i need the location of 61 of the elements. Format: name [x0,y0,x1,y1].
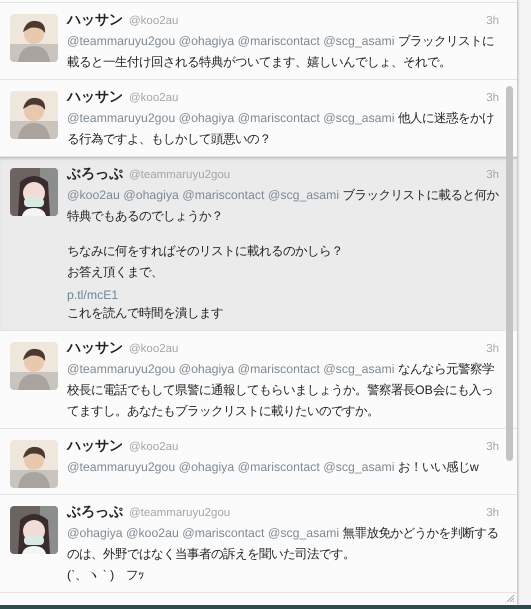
timestamp: 3h [486,92,499,104]
mention-link[interactable]: @scg_asami [323,34,394,48]
user-name[interactable]: ハッサン [67,339,123,357]
tweet-text: @teammaruyu2gou @ohagiya @mariscontact @scg_asami お！いい感じw [67,459,480,476]
timestamp: 3h [486,441,499,453]
user-name[interactable]: ハッサン [67,11,123,29]
tweet-text: @ohagiya @koo2au @mariscontact @scg_asami 無罪放免かどうかを判断するのは、外野ではなく当事者の訴えを聞いた司法です。 [67,525,499,563]
mention-link[interactable]: @mariscontact [182,188,264,202]
mention-link[interactable]: @ohagiya [123,188,179,202]
tweet[interactable]: ぶろっぷ @teammaruyu2gou 3h @ohagiya @koo2au @mariscontact @scg_asami 無罪放免かどうかを判断するのは、外野ではなく当事者の訴えを聞いた司法です。 (ˋ、ヽ ˋ ) フｯ [0,495,517,593]
mention-link[interactable]: @ohagiya [178,111,234,125]
tweet-text: @teammaruyu2gou @ohagiya @mariscontact @scg_asami ブラックリストに載ると一生付け回される特典がついてます、嬉しいんでしょ、それで。 [67,33,495,71]
mention-link[interactable]: @ohagiya [178,362,234,376]
mention-link[interactable]: @koo2au [126,526,179,540]
mention-link[interactable]: @mariscontact [238,34,320,48]
tweet-text: これを読んで時間を潰します [67,305,224,322]
user-name[interactable]: ハッサン [67,88,123,106]
mention-link[interactable]: @mariscontact [182,526,264,540]
tweet[interactable]: ハッサン @koo2au 3h @teammaruyu2gou @ohagiya @mariscontact @scg_asami 他人に迷惑をかける行為ですよ、もしかして頭悪いの？ [0,80,517,157]
user-name[interactable]: ぶろっぷ [67,165,123,183]
url-link[interactable]: p.tl/mcE1 [67,287,118,303]
tweet-text: @teammaruyu2gou @ohagiya @mariscontact @scg_asami 他人に迷惑をかける行為ですよ、もしかして頭悪いの？ [67,110,495,148]
timestamp: 3h [486,169,499,181]
mention-link[interactable]: @ohagiya [67,526,123,540]
tweet[interactable]: ぶろっぷ @teammaruyu2gou 3h @koo2au @ohagiya @mariscontact @scg_asami ブラックリストに載ると何か特典でもあるのでしょうか？ ちなみに何をすればそのリストに載れるのかしら？ お答え頂くまで、 p.tl/mcE1 これを読んで時間を潰します [0,157,517,331]
mention-link[interactable]: @ohagiya [178,460,234,474]
tweet[interactable]: ハッサン @koo2au 3h @teammaruyu2gou @ohagiya @mariscontact @scg_asami お！いい感じw [0,429,517,495]
user-handle[interactable]: @koo2au [129,441,178,453]
tweet[interactable]: ハッサン @koo2au 3h @teammaruyu2gou @ohagiya @mariscontact @scg_asami ブラックリストに載ると一生付け回される特典がついてます、嬉しいんでしょ、それで。 [0,3,517,80]
mention-link[interactable]: @mariscontact [238,460,320,474]
user-handle[interactable]: @teammaruyu2gou [129,169,230,181]
user-handle[interactable]: @koo2au [129,343,178,355]
timestamp: 3h [486,343,499,355]
mention-link[interactable]: @mariscontact [238,111,320,125]
mention-link[interactable]: @mariscontact [238,362,320,376]
mention-link[interactable]: @scg_asami [268,188,340,202]
resize-grip-icon[interactable] [505,593,515,603]
user-name[interactable]: ぶろっぷ [67,503,123,521]
mention-link[interactable]: @scg_asami [268,526,340,540]
tweet-text: ちなみに何をすればそのリストに載れるのかしら？ [67,243,344,260]
user-handle[interactable]: @teammaruyu2gou [129,507,230,519]
timestamp: 3h [486,507,499,519]
mention-link[interactable]: @teammaruyu2gou [67,34,176,48]
mention-link[interactable]: @ohagiya [178,34,234,48]
mention-link[interactable]: @scg_asami [323,111,394,125]
timestamp: 3h [486,15,499,27]
user-name[interactable]: ハッサン [67,437,123,455]
mention-link[interactable]: @teammaruyu2gou [67,362,176,376]
tweet[interactable]: ハッサン @koo2au 3h @teammaruyu2gou @ohagiya @mariscontact @scg_asami なんなら元警察学校長に電話でもして県警に通報してもらいましょうか。警察署長OB会にも入ってますし。あなたもブラックリストに載りたいのですか。 [0,331,517,429]
tweet-text: @teammaruyu2gou @ohagiya @mariscontact @scg_asami なんなら元警察学校長に電話でもして県警に通報してもらいましょうか。警察署長OB会にも入ってますし。あなたもブラックリストに載りたいのですか。 [67,361,495,420]
mention-link[interactable]: @teammaruyu2gou [67,111,176,125]
tweet-text: (ˋ、ヽ ˋ ) フｯ [67,567,146,584]
user-handle[interactable]: @koo2au [129,15,178,27]
user-handle[interactable]: @koo2au [129,92,178,104]
mention-link[interactable]: @scg_asami [323,460,394,474]
tweet-text: お答え頂くまで、 [67,264,164,281]
tweet-text: @koo2au @ohagiya @mariscontact @scg_asami ブラックリストに載ると何か特典でもあるのでしょうか？ [67,187,499,225]
mention-link[interactable]: @teammaruyu2gou [67,460,176,474]
mention-link[interactable]: @koo2au [67,188,120,202]
scrollbar[interactable] [506,86,513,461]
mention-link[interactable]: @scg_asami [323,362,394,376]
